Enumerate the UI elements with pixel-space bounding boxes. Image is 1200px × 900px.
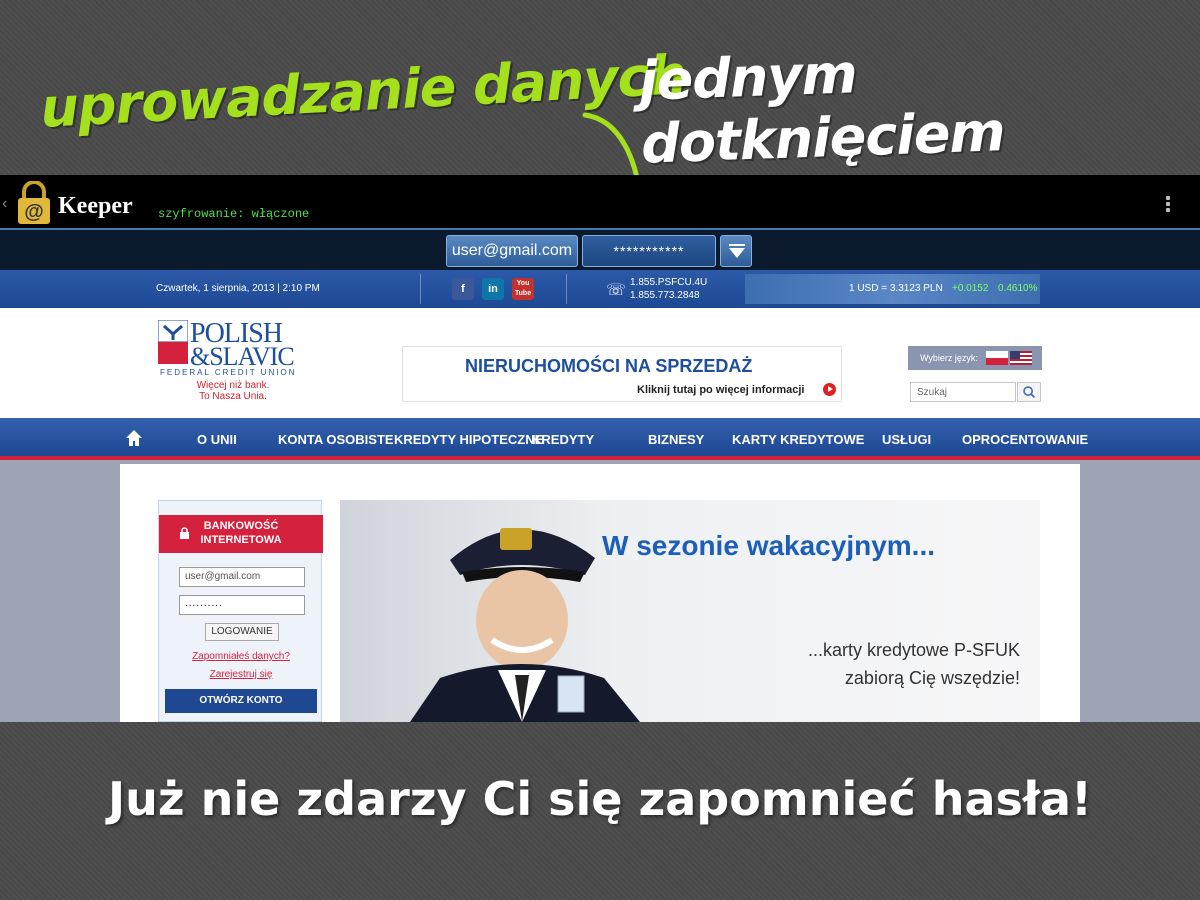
flag-usa-icon[interactable]: [1010, 351, 1032, 365]
nav-item-uslugi[interactable]: USŁUGI: [882, 432, 931, 447]
youtube-icon[interactable]: You Tube: [512, 278, 534, 300]
nav-item-kredyty-hipoteczne[interactable]: KREDYTY HIPOTECZNE: [394, 432, 543, 447]
exchange-rate-ticker: 1 USD = 3.3123 PLN +0.0152 0.4610%: [745, 274, 1040, 304]
nav-item-oprocentowanie[interactable]: OPROCENTOWANIE: [962, 432, 1088, 447]
nav-item-o-unii[interactable]: O UNII: [197, 432, 237, 447]
autofill-dropdown-button[interactable]: [720, 235, 752, 267]
top-info-strip: Czwartek, 1 sierpnia, 2013 | 2:10 PM f i…: [0, 270, 1200, 308]
promo-caption: Już nie zdarzy Ci się zapomnieć hasła!: [0, 722, 1200, 900]
play-circle-icon: [823, 383, 836, 396]
open-account-button[interactable]: OTWÓRZ KONTO: [165, 689, 317, 713]
promo-headline: uprowadzanie danych jednym dotknięciem: [0, 0, 1200, 231]
nav-item-kredyty[interactable]: KREDYTY: [532, 432, 594, 447]
phone-icon: ☏: [606, 282, 627, 299]
logo-emblem-icon[interactable]: [158, 320, 188, 364]
search-icon[interactable]: [1017, 382, 1041, 402]
linkedin-icon[interactable]: in: [482, 278, 504, 300]
date-time: Czwartek, 1 sierpnia, 2013 | 2:10 PM: [156, 283, 320, 294]
home-icon[interactable]: [124, 428, 144, 448]
facebook-icon[interactable]: f: [452, 278, 474, 300]
nav-item-karty-kredytowe[interactable]: KARTY KREDYTOWE: [732, 432, 864, 447]
logo-subtitle: FEDERAL CREDIT UNION: [160, 368, 297, 377]
flag-poland-icon[interactable]: [986, 351, 1008, 365]
password-field[interactable]: ..........: [179, 595, 305, 615]
keeper-logo-text: Keeper: [58, 193, 133, 219]
caption-text: Już nie zdarzy Ci się zapomnieć hasła!: [107, 772, 1092, 826]
hero-banner[interactable]: W sezonie wakacyjnym... ...karty kredyto…: [340, 500, 1040, 722]
encryption-status: szyfrowanie: włączone: [158, 207, 310, 221]
login-header: BANKOWOŚĆ INTERNETOWA: [159, 515, 323, 553]
phone-numbers: 1.855.PSFCU.4U 1.855.773.2848: [630, 276, 707, 302]
overflow-menu-icon[interactable]: [1166, 194, 1170, 214]
login-button[interactable]: LOGOWANIE: [205, 623, 279, 641]
hero-subtitle: ...karty kredytowe P-SFUK zabiorą Cię ws…: [807, 640, 1020, 688]
autofill-username-button[interactable]: user@gmail.com: [446, 235, 578, 267]
nav-item-konta-osobiste[interactable]: KONTA OSOBISTE: [278, 432, 394, 447]
webpage: Czwartek, 1 sierpnia, 2013 | 2:10 PM f i…: [0, 270, 1200, 722]
dropdown-icon: [729, 244, 745, 246]
headline-white-text: jednym dotknięciem: [637, 42, 1006, 176]
phone-line-2: 1.855.773.2848: [630, 290, 700, 301]
page-content: BANKOWOŚĆ INTERNETOWA user@gmail.com ...…: [120, 464, 1080, 722]
banner-cta: Kliknij tutaj po więcej informacji: [637, 384, 805, 396]
main-navigation: O UNII KONTA OSOBISTE KREDYTY HIPOTECZNE…: [0, 418, 1200, 460]
search-input[interactable]: Szukaj: [910, 382, 1016, 402]
language-selector: Wybierz język:: [908, 346, 1042, 370]
hero-title: W sezonie wakacyjnym...: [602, 530, 936, 561]
keeper-toolbar: ‹ @ Keeper szyfrowanie: włączone: [0, 175, 1200, 230]
rate-change: +0.0152: [952, 283, 989, 294]
language-label: Wybierz język:: [920, 353, 978, 363]
keeper-lock-icon: @: [18, 181, 50, 224]
banner-title: NIERUCHOMOŚCI NA SPRZEDAŻ: [465, 356, 753, 376]
logo-tagline: Więcej niż bank. To Nasza Unia.: [196, 380, 270, 402]
lock-icon: [180, 527, 189, 539]
phone-line-1: 1.855.PSFCU.4U: [630, 277, 708, 288]
back-chevron-icon[interactable]: ‹: [2, 195, 7, 213]
site-header: POLISH &SLAVIC FEDERAL CREDIT UNION Więc…: [0, 308, 1200, 418]
svg-text:@: @: [24, 201, 44, 223]
register-link[interactable]: Zarejestruj się: [159, 669, 323, 680]
nav-item-biznesy[interactable]: BIZNESY: [648, 432, 704, 447]
online-banking-panel: BANKOWOŚĆ INTERNETOWA user@gmail.com ...…: [158, 500, 323, 722]
username-field[interactable]: user@gmail.com: [179, 567, 305, 587]
autofill-password-button[interactable]: ***********: [582, 235, 716, 267]
real-estate-banner[interactable]: NIERUCHOMOŚCI NA SPRZEDAŻ Kliknij tutaj …: [402, 346, 842, 402]
exchange-rate: 1 USD = 3.3123 PLN: [849, 283, 943, 294]
forgot-credentials-link[interactable]: Zapomniałeś danych?: [159, 651, 323, 662]
rate-change-pct: 0.4610%: [998, 283, 1038, 294]
